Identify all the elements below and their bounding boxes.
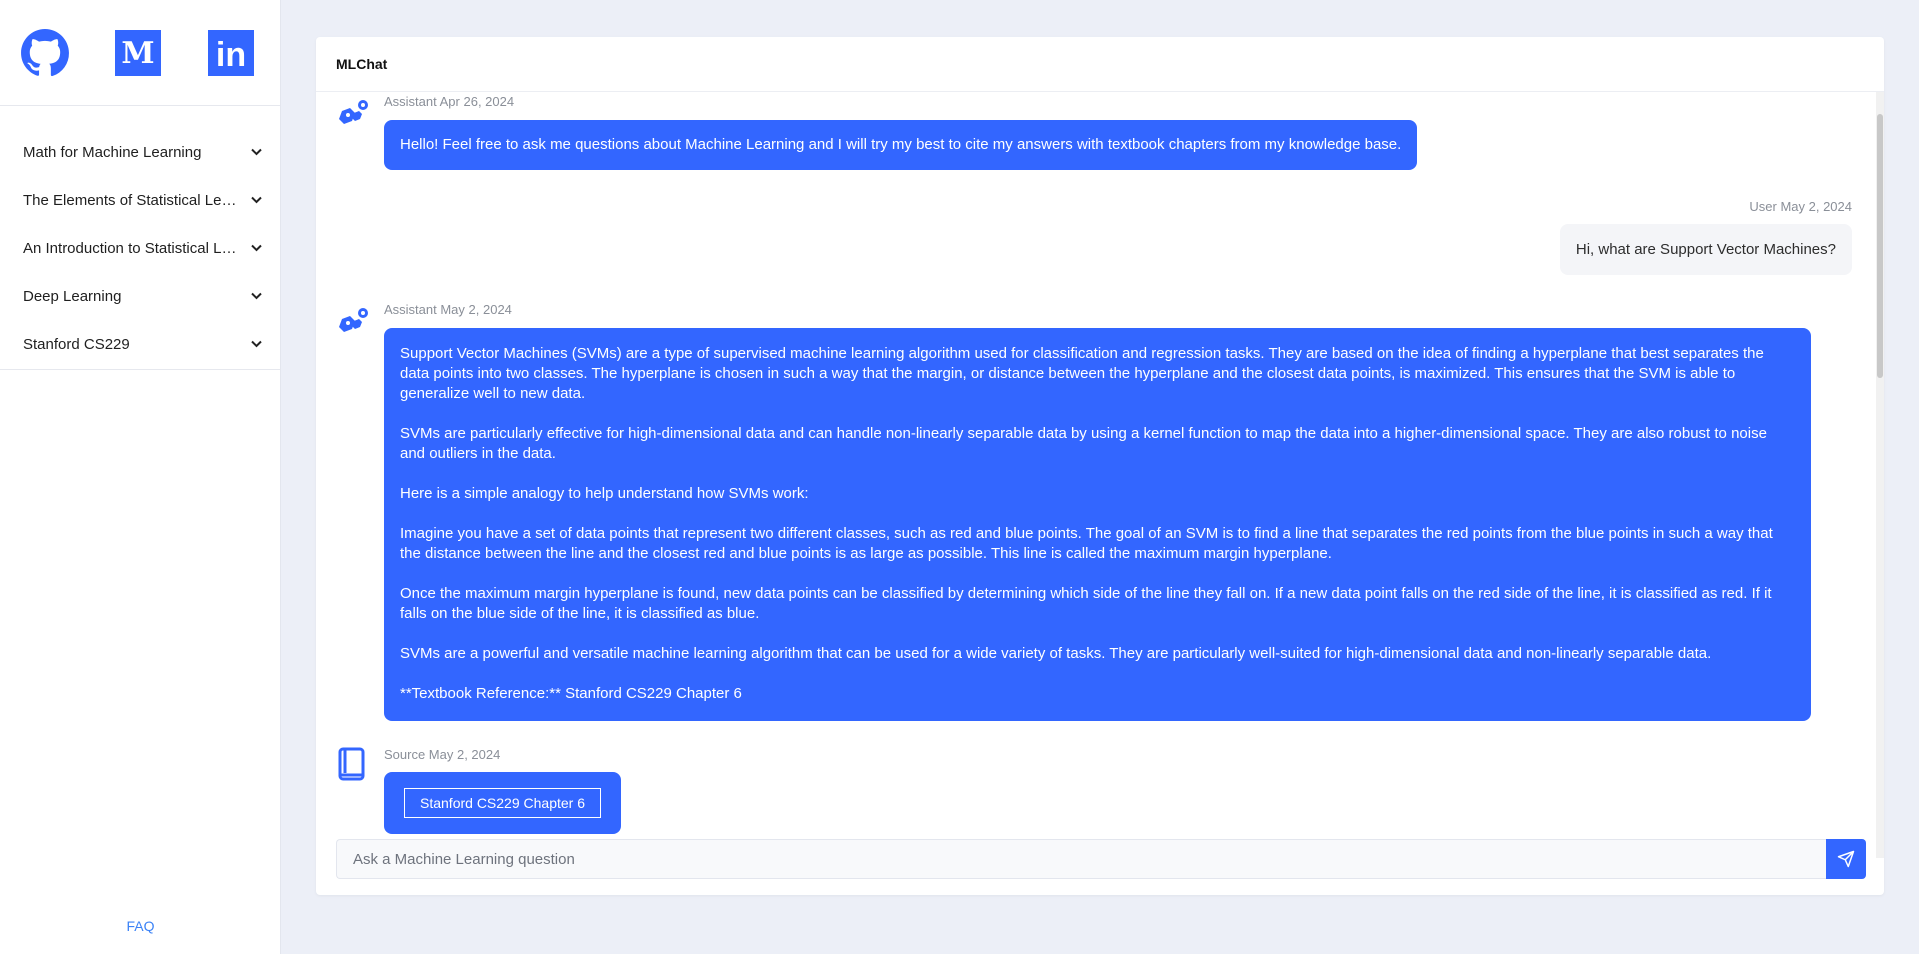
assistant-message-bubble: Hello! Feel free to ask me questions abo… [384, 120, 1418, 170]
sidebar-item-label: Deep Learning [23, 287, 122, 305]
message-text: Hi, what are Support Vector Machines? [1575, 241, 1836, 258]
send-icon [1837, 850, 1855, 868]
sidebar-item-math-for-ml[interactable]: Math for Machine Learning [0, 128, 280, 176]
book-icon [336, 747, 372, 783]
message-paragraph: **Textbook Reference:** Stanford CS229 C… [400, 685, 742, 702]
send-button[interactable] [1826, 839, 1866, 879]
chat-input[interactable] [336, 839, 1826, 879]
message-list[interactable]: Assistant Apr 26, 2024 Hello! Feel free … [316, 92, 1884, 858]
message-scrollbar[interactable] [1876, 92, 1884, 858]
message-text: Hello! Feel free to ask me questions abo… [400, 136, 1402, 153]
chat-input-row [336, 839, 1866, 879]
social-links: M in [0, 0, 280, 106]
chat-panel: MLChat Assistant Apr 26, 2024 Hello! Fee… [316, 37, 1884, 895]
chevron-down-icon [250, 290, 262, 302]
faq-link[interactable]: FAQ [0, 918, 281, 934]
message-paragraph: Imagine you have a set of data points th… [400, 525, 1773, 562]
medium-icon[interactable]: M [113, 28, 163, 78]
chevron-down-icon [250, 146, 262, 158]
sidebar: M in Math for Machine Learning The Eleme… [0, 0, 281, 954]
message-meta: User May 2, 2024 [1749, 199, 1852, 214]
user-message-bubble: Hi, what are Support Vector Machines? [1559, 224, 1852, 275]
linkedin-glyph: in [216, 36, 246, 74]
github-icon[interactable] [20, 28, 70, 78]
source-message-bubble: Stanford CS229 Chapter 6 [384, 772, 621, 834]
assistant-avatar-icon [336, 305, 372, 341]
sidebar-item-stanford-cs229[interactable]: Stanford CS229 [0, 320, 280, 368]
message-paragraph: Here is a simple analogy to help underst… [400, 485, 809, 502]
message-meta: Assistant Apr 26, 2024 [384, 94, 515, 109]
message-paragraph: SVMs are particularly effective for high… [400, 425, 1767, 462]
sidebar-item-label: Stanford CS229 [23, 335, 130, 353]
message-paragraph: Once the maximum margin hyperplane is fo… [400, 585, 1772, 622]
chevron-down-icon [250, 338, 262, 350]
sidebar-nav: Math for Machine Learning The Elements o… [0, 106, 280, 370]
sidebar-item-deep-learning[interactable]: Deep Learning [0, 272, 280, 320]
message-paragraph: SVMs are a powerful and versatile machin… [400, 645, 1712, 662]
message-meta: Source May 2, 2024 [384, 747, 501, 762]
chat-title: MLChat [316, 37, 1884, 92]
scrollbar-thumb[interactable] [1877, 114, 1883, 378]
linkedin-icon[interactable]: in [206, 28, 256, 78]
assistant-avatar-icon [336, 97, 372, 133]
sidebar-item-intro-statistical-learning[interactable]: An Introduction to Statistical Learning [0, 224, 280, 272]
message-paragraph: Support Vector Machines (SVMs) are a typ… [400, 345, 1764, 402]
chevron-down-icon [250, 194, 262, 206]
message-meta: Assistant May 2, 2024 [384, 302, 512, 317]
sidebar-item-label: The Elements of Statistical Learning [23, 191, 241, 209]
source-chapter-button[interactable]: Stanford CS229 Chapter 6 [404, 788, 601, 818]
chevron-down-icon [250, 242, 262, 254]
medium-glyph: M [121, 36, 154, 71]
sidebar-item-elements-statistical-learning[interactable]: The Elements of Statistical Learning [0, 176, 280, 224]
sidebar-item-label: An Introduction to Statistical Learning [23, 239, 241, 257]
assistant-message-bubble: Support Vector Machines (SVMs) are a typ… [384, 328, 1811, 721]
sidebar-item-label: Math for Machine Learning [23, 143, 202, 161]
